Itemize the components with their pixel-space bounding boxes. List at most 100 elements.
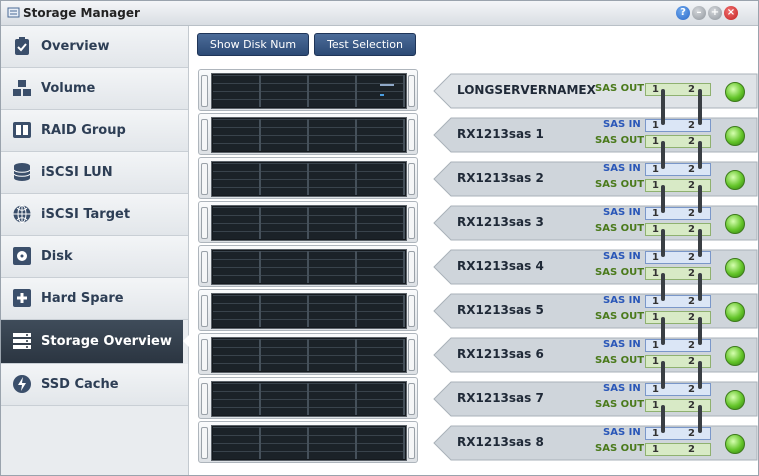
test-selection-button[interactable]: Test Selection xyxy=(314,33,416,56)
drive-bays xyxy=(211,73,407,109)
lightning-icon xyxy=(13,375,31,393)
rack-ear xyxy=(201,339,208,371)
sidebar-item-iscsi-target[interactable]: iSCSI Target xyxy=(1,194,188,236)
sas-cable-left xyxy=(661,89,665,125)
rack-ear xyxy=(408,207,415,239)
sidebar-item-overview[interactable]: Overview xyxy=(1,26,188,68)
sidebar-item-disk[interactable]: Disk xyxy=(1,236,188,278)
sidebar-item-label: RAID Group xyxy=(41,123,126,138)
sidebar-item-label: SSD Cache xyxy=(41,377,119,392)
host-tag[interactable]: RX1213sas 3 SAS IN 1 2 SAS OUT 1 2 xyxy=(433,205,758,241)
rack-expansion-unit[interactable] xyxy=(198,289,418,331)
status-ok-icon xyxy=(725,434,745,454)
rack-expansion-unit[interactable] xyxy=(198,113,418,155)
sas-cable-right xyxy=(698,185,702,213)
host-tag[interactable]: RX1213sas 4 SAS IN 1 2 SAS OUT 1 2 xyxy=(433,249,758,285)
drive-bays xyxy=(211,293,407,329)
host-tag[interactable]: RX1213sas 7 SAS IN 1 2 SAS OUT 1 2 xyxy=(433,381,758,417)
sidebar-item-label: Volume xyxy=(41,81,96,96)
drive-bays xyxy=(211,337,407,373)
drive-bays xyxy=(211,161,407,197)
sas-cable-right xyxy=(698,405,702,433)
sas-in-label: SAS IN xyxy=(603,383,641,394)
sas-in-label: SAS IN xyxy=(603,251,641,262)
rack-expansion-unit[interactable] xyxy=(198,245,418,287)
raid-group-icon xyxy=(13,122,31,138)
sas-out-label: SAS OUT xyxy=(595,179,645,190)
sas-cable-right xyxy=(698,229,702,257)
maximize-icon[interactable]: + xyxy=(708,6,722,20)
sas-out-label: SAS OUT xyxy=(595,311,645,322)
rack-server-unit[interactable] xyxy=(198,69,418,111)
rack-expansion-unit[interactable] xyxy=(198,421,418,463)
minimize-icon[interactable]: – xyxy=(692,6,706,20)
drive-bays xyxy=(211,249,407,285)
rack-expansion-unit[interactable] xyxy=(198,333,418,375)
sas-out-label: SAS OUT xyxy=(595,399,645,410)
status-ok-icon xyxy=(725,302,745,322)
sas-cable-right xyxy=(698,317,702,345)
sas-cable-left xyxy=(661,141,665,169)
sidebar-item-label: iSCSI LUN xyxy=(41,165,113,180)
sidebar-item-label: Overview xyxy=(41,39,110,54)
host-name: LONGSERVERNAMEX xyxy=(457,83,596,97)
host-tag[interactable]: RX1213sas 1 SAS IN 1 2 SAS OUT 1 2 xyxy=(433,117,758,153)
host-tag[interactable]: RX1213sas 6 SAS IN 1 2 SAS OUT 1 2 xyxy=(433,337,758,373)
rack-expansion-unit[interactable] xyxy=(198,157,418,199)
close-icon[interactable]: × xyxy=(724,6,738,20)
drive-bays xyxy=(211,205,407,241)
window-title: Storage Manager xyxy=(23,6,140,20)
sidebar-item-label: Storage Overview xyxy=(41,334,172,349)
rack-expansion-unit[interactable] xyxy=(198,377,418,419)
sidebar-item-raid-group[interactable]: RAID Group xyxy=(1,110,188,152)
sas-cable-right xyxy=(698,273,702,301)
clipboard-check-icon xyxy=(15,37,29,55)
sas-cable-right xyxy=(698,89,702,125)
host-name: RX1213sas 5 xyxy=(457,303,544,317)
sas-out-label: SAS OUT xyxy=(595,443,645,454)
host-tag[interactable]: RX1213sas 8 SAS IN 1 2 SAS OUT 1 2 xyxy=(433,425,758,461)
sas-in-label: SAS IN xyxy=(603,207,641,218)
title-bar: Storage Manager ? – + × xyxy=(1,1,758,26)
status-ok-icon xyxy=(725,170,745,190)
sas-cable-left xyxy=(661,361,665,389)
host-tag[interactable]: RX1213sas 5 SAS IN 1 2 SAS OUT 1 2 xyxy=(433,293,758,329)
sas-out-label: SAS OUT xyxy=(595,83,645,94)
sas-cable-left xyxy=(661,317,665,345)
help-icon[interactable]: ? xyxy=(676,6,690,20)
drive-bays xyxy=(211,117,407,153)
sidebar: Overview Volume RAID Group iSCSI LUN iSC… xyxy=(1,26,192,475)
sas-cable-left xyxy=(661,229,665,257)
status-ok-icon xyxy=(725,258,745,278)
rack-ear xyxy=(201,119,208,151)
sas-in-label: SAS IN xyxy=(603,163,641,174)
rack-ear xyxy=(201,163,208,195)
status-ok-icon xyxy=(725,346,745,366)
sidebar-item-hard-spare[interactable]: Hard Spare xyxy=(1,278,188,320)
rack-ear xyxy=(408,339,415,371)
sas-cable-left xyxy=(661,405,665,433)
host-name: RX1213sas 8 xyxy=(457,435,544,449)
rack-ear xyxy=(201,295,208,327)
sidebar-item-ssd-cache[interactable]: SSD Cache xyxy=(1,364,188,406)
sidebar-item-label: Disk xyxy=(41,249,73,264)
sas-cable-right xyxy=(698,141,702,169)
host-tag[interactable]: LONGSERVERNAMEX SAS OUT 1 2 xyxy=(433,73,758,109)
sas-in-label: SAS IN xyxy=(603,339,641,350)
drive-bays xyxy=(211,425,407,461)
host-tag[interactable]: RX1213sas 2 SAS IN 1 2 SAS OUT 1 2 xyxy=(433,161,758,197)
show-disk-num-button[interactable]: Show Disk Num xyxy=(197,33,309,56)
database-icon xyxy=(13,163,31,181)
sas-in-label: SAS IN xyxy=(603,427,641,438)
sas-out-label: SAS OUT xyxy=(595,135,645,146)
sidebar-item-volume[interactable]: Volume xyxy=(1,68,188,110)
rack-ear xyxy=(201,383,208,415)
rack-expansion-unit[interactable] xyxy=(198,201,418,243)
rack-ear xyxy=(408,251,415,283)
status-ok-icon xyxy=(725,82,745,102)
host-name: RX1213sas 6 xyxy=(457,347,544,361)
rack-ear xyxy=(408,383,415,415)
storage-manager-window: Storage Manager ? – + × Overview Volume … xyxy=(0,0,759,476)
sidebar-item-storage-overview[interactable]: Storage Overview xyxy=(1,320,192,364)
sidebar-item-iscsi-lun[interactable]: iSCSI LUN xyxy=(1,152,188,194)
